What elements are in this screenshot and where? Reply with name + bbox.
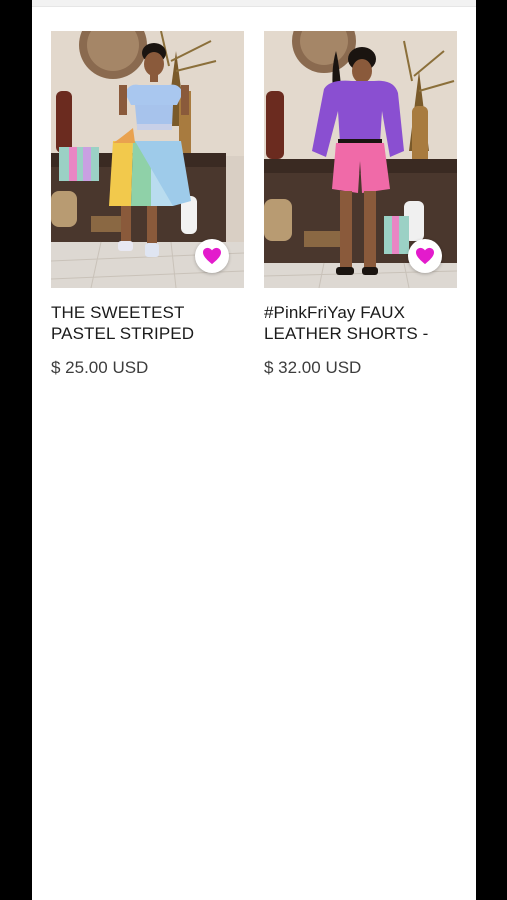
product-image[interactable]	[51, 31, 244, 288]
product-price: $ 25.00 USD	[51, 358, 149, 377]
product-image[interactable]	[264, 31, 457, 288]
favorite-button[interactable]	[408, 239, 442, 273]
product-card[interactable]: #PinkFriYay FAUX LEATHER SHORTS - $ 32.0…	[264, 31, 457, 378]
product-title[interactable]: #PinkFriYay FAUX LEATHER SHORTS -	[264, 302, 457, 344]
heart-icon	[203, 247, 221, 265]
top-bar	[32, 0, 476, 7]
product-card[interactable]: THE SWEETEST PASTEL STRIPED $ 25.00 USD	[51, 31, 244, 378]
screen: THE SWEETEST PASTEL STRIPED $ 25.00 USD	[32, 0, 476, 900]
product-price: $ 32.00 USD	[264, 358, 362, 377]
heart-icon	[416, 247, 434, 265]
favorite-button[interactable]	[195, 239, 229, 273]
product-title[interactable]: THE SWEETEST PASTEL STRIPED	[51, 302, 244, 344]
